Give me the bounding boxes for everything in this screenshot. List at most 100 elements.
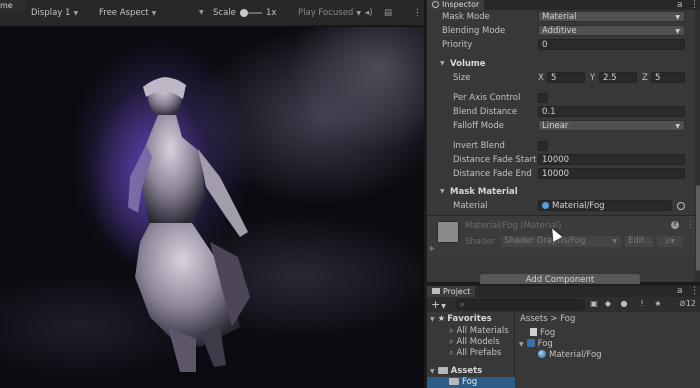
fog-folder-label: Fog	[462, 377, 478, 387]
invert-blend-label: Invert Blend	[453, 141, 505, 151]
chevron-down-icon: ▼	[73, 10, 79, 17]
more-options-icon[interactable]: ⋮	[690, 286, 699, 296]
chevron-down-icon: ▼	[356, 10, 361, 17]
lock-icon[interactable]: a	[677, 286, 683, 296]
play-mode-dropdown[interactable]: Play Focused ▼	[298, 0, 361, 26]
scrollbar-thumb[interactable]	[696, 185, 700, 271]
favorite-label: All Prefabs	[456, 348, 502, 358]
chevron-down-icon[interactable]: ▼	[199, 0, 204, 26]
invert-blend-checkbox[interactable]	[538, 141, 548, 151]
mask-mode-dropdown[interactable]: Material ▼	[538, 11, 685, 22]
aspect-dropdown[interactable]: Free Aspect ▼	[99, 0, 156, 26]
lock-icon[interactable]: a	[677, 0, 683, 10]
material-icon	[538, 350, 546, 358]
game-viewport[interactable]	[0, 27, 424, 388]
filter-icon[interactable]: ●	[619, 299, 629, 309]
more-options-icon[interactable]: ⋮	[413, 0, 422, 26]
mute-audio-icon[interactable]: ◂)	[365, 0, 373, 26]
inspector-tab[interactable]: Inspector	[427, 0, 485, 10]
scale-label: Scale	[213, 8, 236, 18]
more-options-icon[interactable]: ⋮	[686, 220, 695, 230]
search-by-label-icon[interactable]: ◆	[603, 299, 613, 309]
foldout-arrow-icon: ▼	[440, 188, 445, 195]
mask-mode-label: Mask Mode	[442, 12, 490, 22]
blend-distance-label: Blend Distance	[453, 107, 518, 117]
project-asset-list: Assets > Fog Fog ▼ Fog Material/Fog	[516, 312, 700, 388]
blending-mode-dropdown[interactable]: Additive ▼	[538, 25, 685, 36]
distance-fade-end-field[interactable]: 10000	[538, 168, 685, 179]
size-y-axis-label: Y	[590, 73, 596, 83]
project-search-input[interactable]: ⌕	[455, 299, 585, 310]
distance-fade-start-row: Distance Fade Start 10000	[427, 153, 695, 167]
game-toolbar: me Display 1 ▼ Free Aspect ▼ ▼ Scale 1x Pl…	[0, 0, 424, 26]
folder-icon	[449, 378, 459, 385]
inspector-header: Inspector a ⋮	[427, 0, 700, 10]
shader-options-button[interactable]: ☰▼	[657, 236, 683, 247]
blending-mode-label: Blending Mode	[442, 26, 506, 36]
display-dropdown[interactable]: Display 1 ▼	[31, 0, 78, 26]
distance-fade-start-field[interactable]: 10000	[538, 154, 685, 165]
info-icon	[432, 1, 439, 8]
shader-dropdown[interactable]: Shader Graphs/Fog ▼	[501, 236, 621, 247]
statue-in-fog-image	[90, 77, 250, 372]
size-y-field[interactable]: 2.5	[599, 72, 637, 83]
per-axis-control-row: Per Axis Control	[427, 91, 695, 105]
foldout-arrow-icon: ▼	[440, 60, 445, 67]
object-picker-icon[interactable]	[677, 202, 685, 210]
edit-shader-button[interactable]: Edit...	[625, 236, 653, 247]
favorite-all-models[interactable]: ⌕ All Models	[449, 336, 500, 347]
info-icon[interactable]: !	[637, 299, 647, 309]
material-object-field[interactable]: Material/Fog	[538, 200, 672, 211]
asset-item-fog-material[interactable]: Material/Fog	[538, 350, 602, 361]
chevron-down-icon: ▼	[675, 123, 680, 130]
search-icon: ⌕	[460, 300, 465, 309]
shader-label: Shader	[465, 237, 496, 247]
more-options-icon[interactable]: ⋮	[690, 0, 699, 10]
favorite-label: All Materials	[456, 326, 509, 336]
star-icon: ★	[437, 314, 446, 324]
play-mode-label: Play Focused	[298, 8, 354, 18]
asset-item-fog-shader[interactable]: Fog	[530, 328, 555, 339]
create-asset-button[interactable]: +▼	[431, 297, 446, 312]
game-tab[interactable]: me	[0, 0, 26, 11]
blending-mode-row: Blending Mode Additive ▼	[427, 24, 695, 38]
search-icon: ⌕	[449, 326, 454, 335]
favorites-item[interactable]: ▼ ★ Favorites	[430, 314, 492, 325]
size-z-field[interactable]: 5	[651, 72, 685, 83]
project-toolbar: +▼ ⌕ ▣ ◆ ● ! ★ ⊘12	[427, 297, 700, 312]
per-axis-control-checkbox[interactable]	[538, 93, 548, 103]
star-icon[interactable]: ★	[653, 299, 663, 309]
blend-distance-field[interactable]: 0.1	[538, 106, 685, 117]
favorite-all-prefabs[interactable]: ⌕ All Prefabs	[449, 347, 501, 358]
foldout-arrow-icon[interactable]: ▶	[430, 245, 435, 252]
distance-fade-start-label: Distance Fade Start	[453, 155, 537, 165]
asset-item-fog-prefab[interactable]: ▼ Fog	[519, 339, 553, 350]
mask-material-section-header[interactable]: ▼ Mask Material	[427, 185, 695, 199]
favorite-all-materials[interactable]: ⌕ All Materials	[449, 325, 509, 336]
scale-slider-handle[interactable]	[240, 9, 248, 17]
shader-value: Shader Graphs/Fog	[504, 236, 586, 246]
size-row: Size X 5 Y 2.5 Z 5	[427, 71, 695, 85]
hidden-packages-toggle[interactable]: ⊘12	[679, 299, 696, 309]
help-icon[interactable]: ?	[671, 221, 679, 229]
folder-icon	[432, 288, 440, 294]
falloff-mode-dropdown[interactable]: Linear ▼	[538, 120, 685, 131]
breadcrumb[interactable]: Assets > Fog	[520, 314, 575, 325]
project-title: Project	[443, 287, 471, 296]
inspector-scrollbar[interactable]	[695, 10, 700, 282]
priority-field[interactable]: 0	[538, 39, 685, 50]
stats-icon[interactable]: ▤	[384, 0, 392, 26]
search-icon: ⌕	[449, 348, 454, 357]
project-folder-tree: ▼ ★ Favorites ⌕ All Materials ⌕ All Models ⌕…	[427, 312, 515, 388]
material-value: Material/Fog	[552, 201, 605, 211]
material-row: Material Material/Fog	[427, 199, 695, 213]
size-x-field[interactable]: 5	[547, 72, 585, 83]
blending-mode-value: Additive	[542, 26, 577, 36]
assets-item[interactable]: ▼ Assets	[430, 366, 482, 377]
search-by-type-icon[interactable]: ▣	[589, 299, 599, 309]
foldout-arrow-icon: ▼	[519, 341, 524, 348]
blend-distance-row: Blend Distance 0.1	[427, 105, 695, 119]
project-tab[interactable]: Project	[427, 286, 476, 297]
fog-folder-item[interactable]: Fog	[427, 377, 515, 388]
volume-section-header[interactable]: ▼ Volume	[427, 57, 695, 71]
